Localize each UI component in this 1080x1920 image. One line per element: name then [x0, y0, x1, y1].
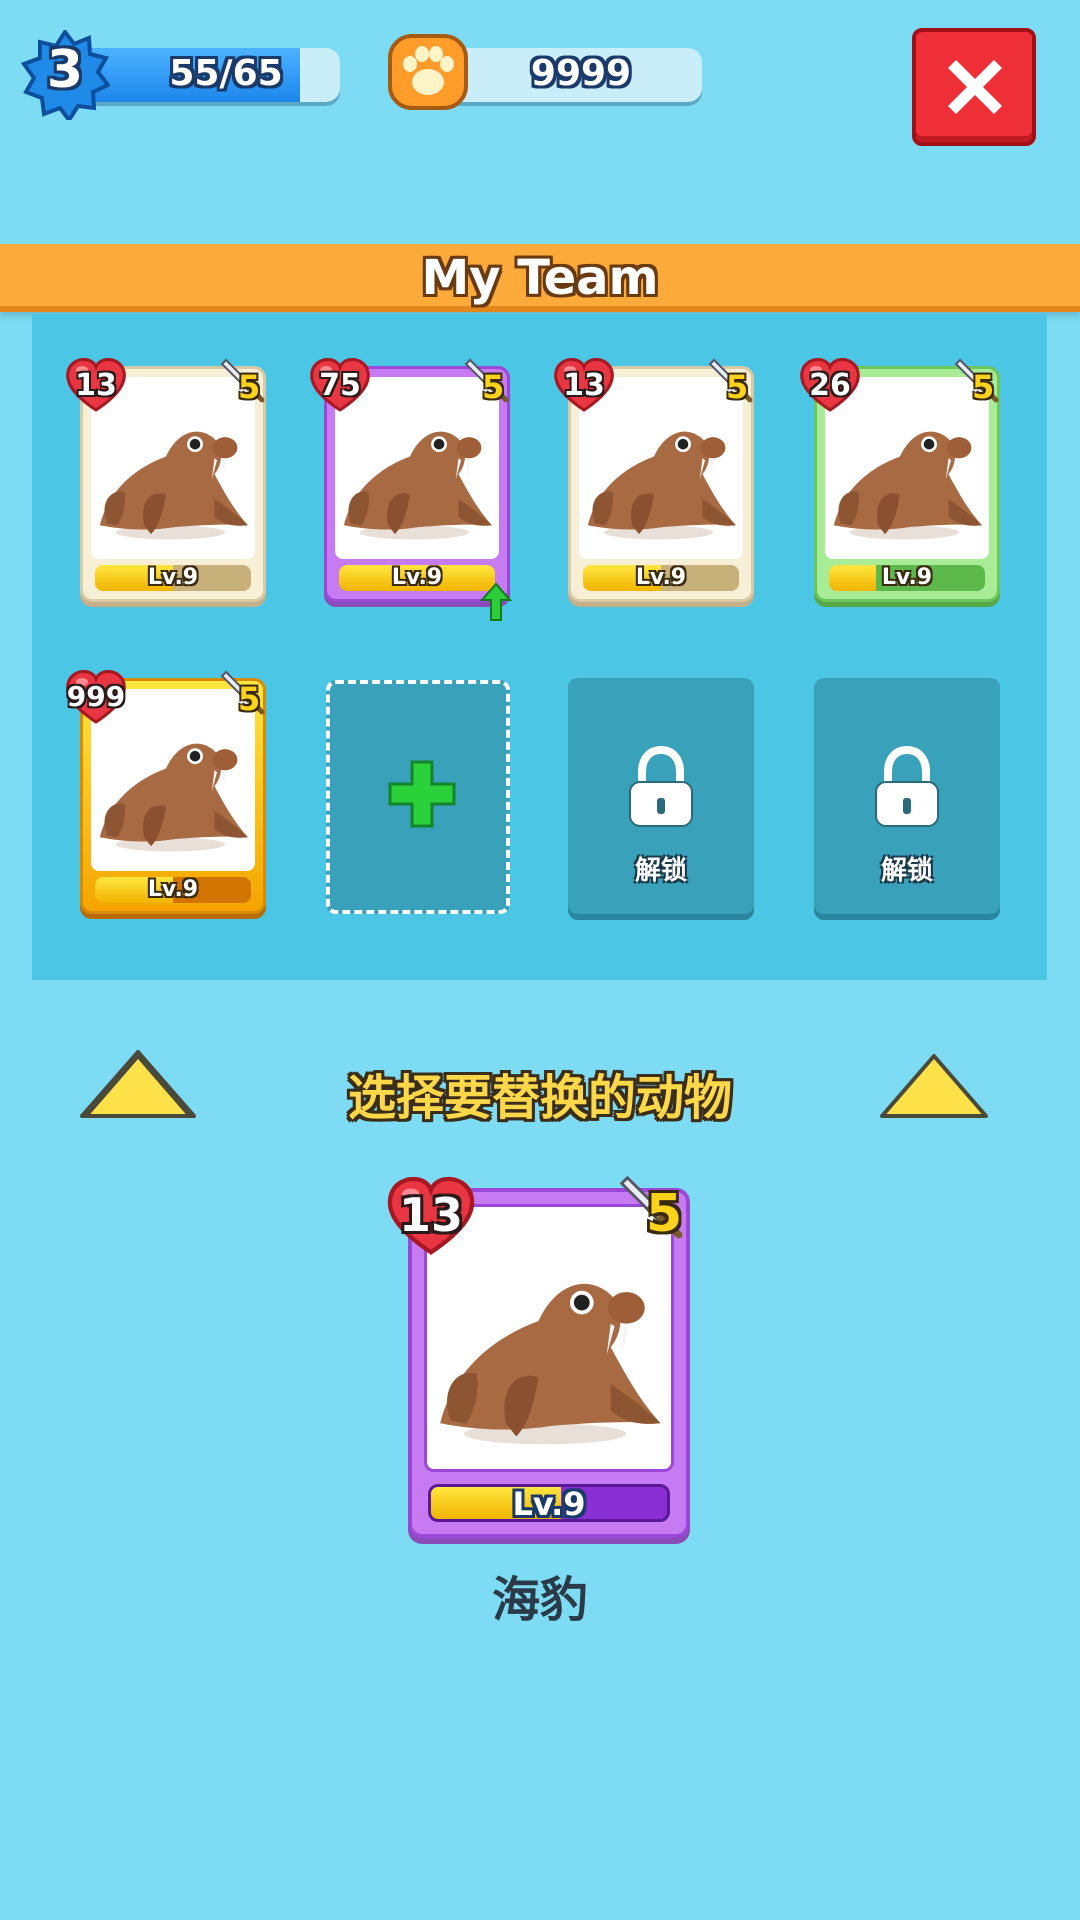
hp-heart-icon: 13 [384, 1174, 478, 1258]
level-text: Lv.9 [147, 565, 199, 590]
right-up-arrow-button[interactable] [874, 1046, 994, 1122]
hp-value: 13 [398, 1188, 463, 1242]
level-bar: Lv.9 [829, 565, 985, 591]
locked-slot-2[interactable]: 解锁 [814, 678, 1000, 914]
hp-heart-icon: 999 [60, 668, 132, 726]
animal-name: 海豹 [491, 1572, 588, 1628]
banner-title: My Team [421, 250, 659, 306]
hp-value: 75 [319, 368, 361, 403]
level-text: Lv.9 [635, 565, 687, 590]
hp-value: 13 [75, 368, 117, 403]
attack-value: 5 [726, 368, 749, 406]
attack-sword-icon: 5 [952, 356, 1008, 412]
level-text: Lv.9 [512, 1485, 586, 1522]
lock-icon [629, 746, 693, 827]
attack-sword-icon: 5 [616, 1172, 696, 1252]
attack-sword-icon: 5 [218, 668, 274, 724]
unlock-label: 解锁 [880, 856, 933, 886]
level-badge: 3 [20, 28, 112, 124]
hp-heart-icon: 13 [552, 356, 616, 414]
paw-currency-bar: 9999 [440, 48, 702, 102]
attack-value: 5 [238, 368, 261, 406]
attack-value: 5 [482, 368, 505, 406]
close-icon [948, 60, 1002, 114]
xp-bar: 55/65 [72, 48, 340, 102]
team-banner: My Team [0, 244, 1080, 312]
paw-icon [386, 30, 470, 114]
locked-slot-1[interactable]: 解锁 [568, 678, 754, 914]
plus-icon [388, 760, 456, 828]
close-button[interactable] [912, 28, 1036, 146]
level-bar: Lv.9 [339, 565, 495, 591]
level-number: 3 [46, 40, 84, 100]
lock-icon [875, 746, 939, 827]
level-bar: Lv.9 [95, 877, 251, 903]
attack-sword-icon: 5 [218, 356, 274, 412]
level-bar: Lv.9 [583, 565, 739, 591]
level-bar: Lv.9 [95, 565, 251, 591]
unlock-label: 解锁 [634, 856, 687, 886]
hp-heart-icon: 26 [798, 356, 862, 414]
attack-value: 5 [646, 1184, 683, 1244]
level-text: Lv.9 [881, 565, 933, 590]
hp-value: 26 [809, 368, 851, 403]
attack-sword-icon: 5 [706, 356, 762, 412]
hp-heart-icon: 13 [64, 356, 128, 414]
level-text: Lv.9 [147, 877, 199, 902]
hp-heart-icon: 75 [308, 356, 372, 414]
hp-value: 13 [563, 368, 605, 403]
add-animal-slot[interactable] [326, 680, 510, 914]
hp-value: 999 [66, 680, 126, 713]
attack-sword-icon: 5 [462, 356, 518, 412]
level-text: Lv.9 [391, 565, 443, 590]
level-bar: Lv.9 [428, 1484, 670, 1522]
attack-value: 5 [972, 368, 995, 406]
paw-count: 9999 [530, 53, 632, 94]
xp-text: 55/65 [169, 53, 283, 94]
attack-value: 5 [238, 680, 261, 718]
upgrade-arrow-icon [480, 582, 512, 621]
